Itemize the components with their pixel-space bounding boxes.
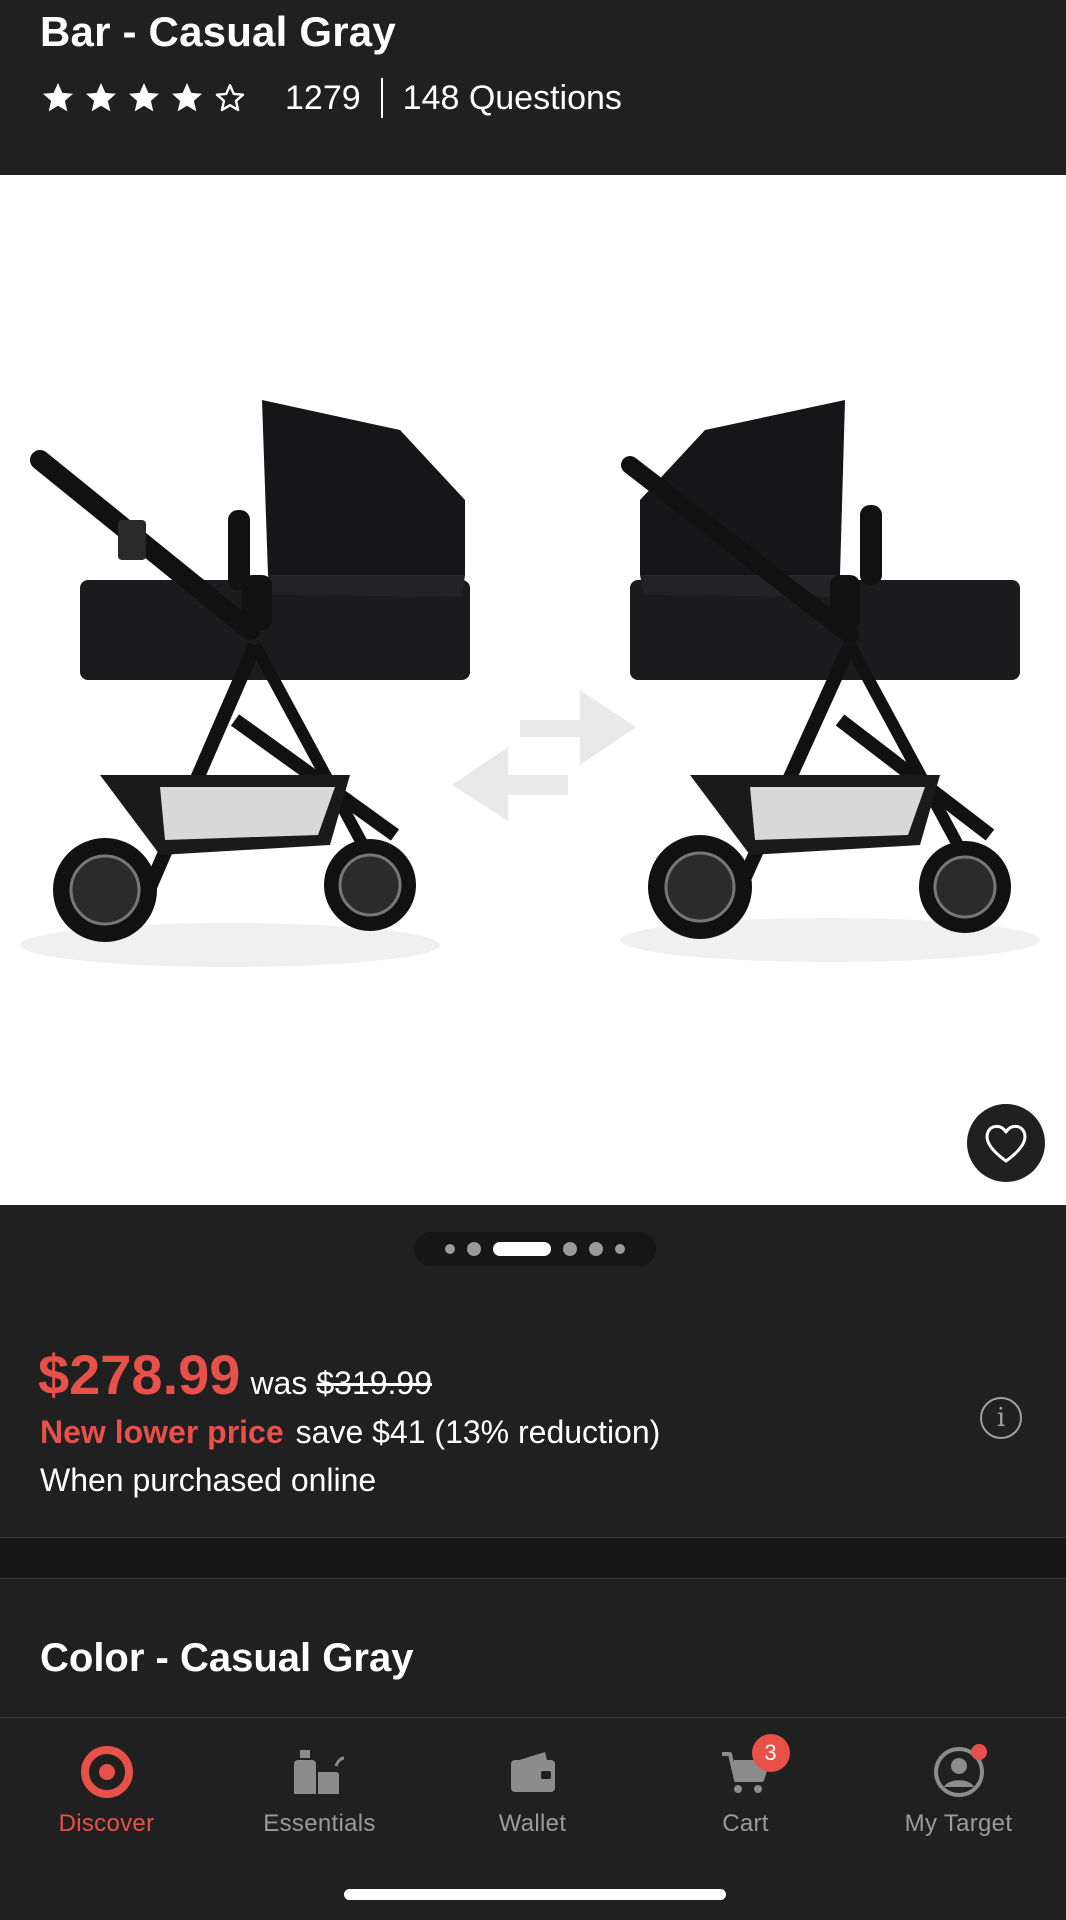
- current-price: $278.99: [38, 1343, 241, 1406]
- notification-dot: [970, 1744, 987, 1760]
- star-filled-icon: [43, 83, 73, 112]
- price-row: $278.99 was $319.99: [38, 1342, 432, 1407]
- essentials-icon: [290, 1742, 350, 1802]
- tab-label: Cart: [722, 1810, 769, 1837]
- heart-icon: [985, 1124, 1027, 1163]
- was-price: $319.99: [316, 1365, 433, 1401]
- was-label: was: [250, 1365, 308, 1401]
- carousel-dot-active[interactable]: [493, 1242, 551, 1256]
- wallet-icon: [503, 1742, 563, 1802]
- profile-icon: [929, 1742, 989, 1802]
- star-filled-icon: [172, 83, 202, 112]
- color-title: Color - Casual Gray: [40, 1636, 414, 1680]
- bottom-tab-bar: Discover Essentials Wallet 3 Cart My Tar…: [0, 1717, 1066, 1920]
- questions-link[interactable]: 148 Questions: [403, 79, 622, 118]
- carousel-dot[interactable]: [467, 1242, 481, 1256]
- product-header: Bar - Casual Gray 1279 148 Questions: [0, 0, 1066, 175]
- promo-label: New lower price: [40, 1414, 284, 1450]
- tab-label: My Target: [904, 1810, 1013, 1837]
- cart-count-badge: 3: [751, 1734, 790, 1772]
- cart-icon: 3: [716, 1734, 790, 1802]
- review-count[interactable]: 1279: [285, 79, 361, 118]
- star-empty-icon: [215, 84, 245, 112]
- star-rating: [40, 80, 255, 116]
- carousel-dot[interactable]: [615, 1244, 625, 1254]
- tab-my-target[interactable]: My Target: [852, 1718, 1065, 1858]
- tab-label: Essentials: [263, 1810, 376, 1837]
- section-divider: [0, 1537, 1066, 1579]
- tab-label: Discover: [58, 1810, 155, 1837]
- promo-row: New lower price save $41 (13% reduction): [40, 1414, 660, 1451]
- rating-row[interactable]: 1279 148 Questions: [40, 76, 622, 120]
- product-image-carousel[interactable]: [0, 175, 1066, 1205]
- carousel-page-indicator[interactable]: [414, 1232, 656, 1266]
- info-icon[interactable]: i: [980, 1397, 1022, 1439]
- tab-discover[interactable]: Discover: [0, 1718, 213, 1858]
- carousel-dot[interactable]: [445, 1244, 455, 1254]
- target-icon: [77, 1742, 137, 1802]
- tab-cart[interactable]: 3 Cart: [639, 1718, 852, 1858]
- divider: [380, 78, 383, 118]
- home-indicator[interactable]: [344, 1889, 726, 1900]
- carousel-dot[interactable]: [589, 1242, 603, 1256]
- availability-text: When purchased online: [40, 1462, 377, 1498]
- favorite-button[interactable]: [967, 1104, 1045, 1182]
- star-filled-icon: [129, 83, 159, 112]
- tab-wallet[interactable]: Wallet: [426, 1718, 639, 1858]
- product-image: [20, 400, 1040, 967]
- carousel-dot[interactable]: [563, 1242, 577, 1256]
- product-title: Bar - Casual Gray: [40, 8, 396, 55]
- tab-label: Wallet: [498, 1810, 567, 1837]
- savings-text: save $41 (13% reduction): [295, 1414, 661, 1450]
- price-section: $278.99 was $319.99 New lower price save…: [0, 1300, 1066, 1538]
- star-filled-icon: [86, 83, 116, 112]
- tab-essentials[interactable]: Essentials: [213, 1718, 426, 1858]
